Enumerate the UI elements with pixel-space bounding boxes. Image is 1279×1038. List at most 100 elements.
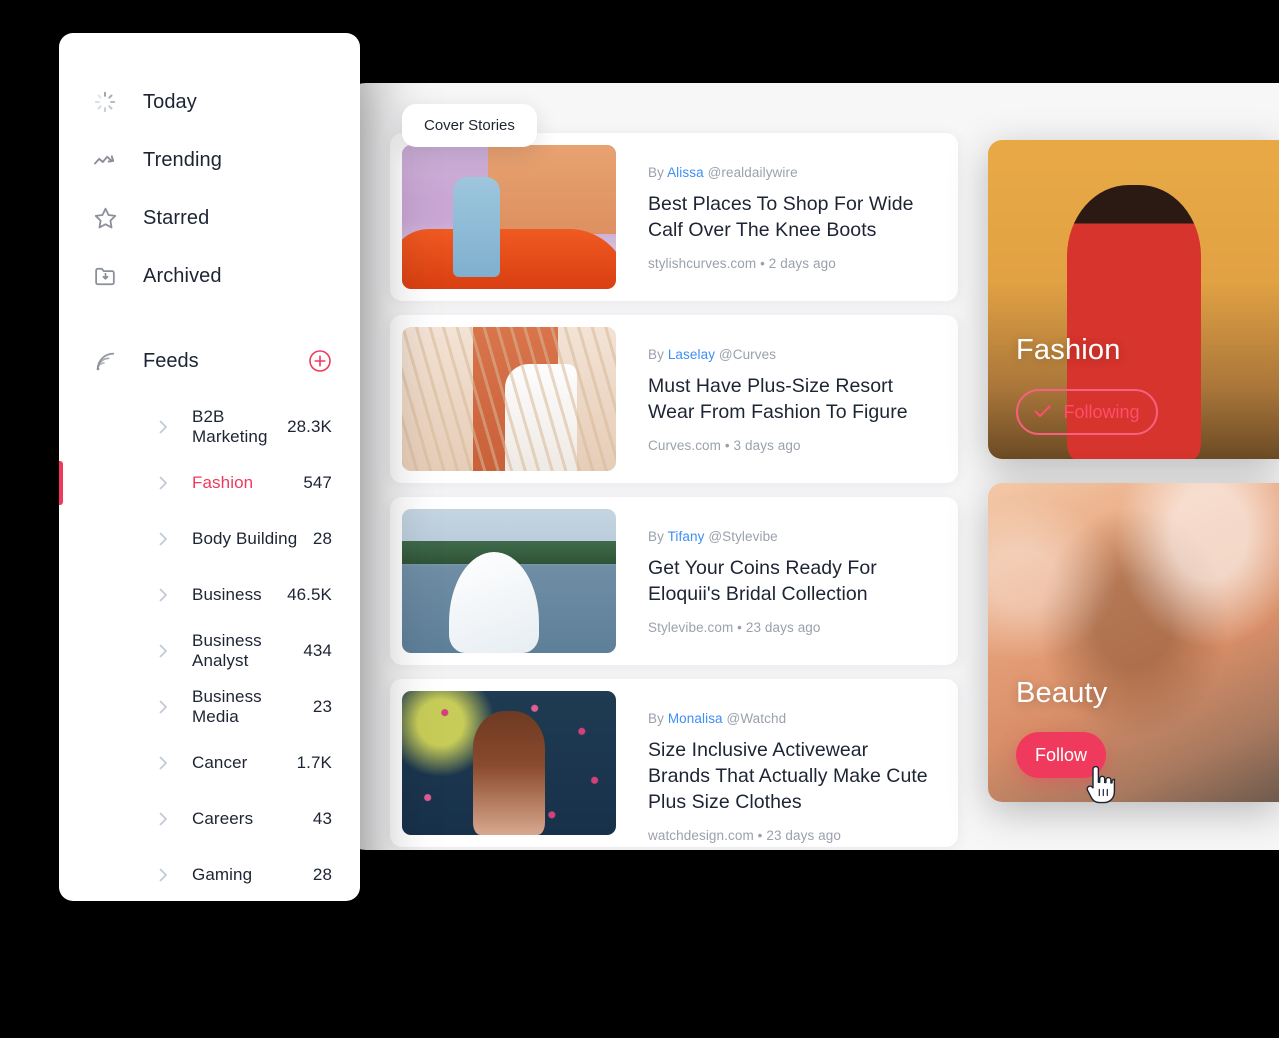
article-card[interactable]: By Monalisa @Watchd Size Inclusive Activ…	[390, 679, 958, 847]
sidebar-nav: Today Trending Starred Archived	[59, 33, 360, 305]
chevron-right-icon	[156, 756, 170, 770]
feed-name: Gaming	[192, 865, 253, 884]
feed-name: Fashion	[192, 473, 254, 492]
feed-row-body-building[interactable]: Body Building 28	[59, 511, 360, 567]
sidebar-item-archived[interactable]: Archived	[59, 247, 360, 305]
article-meta: Curves.com • 3 days ago	[648, 438, 801, 453]
byline-prefix: By	[648, 711, 664, 726]
chevron-right-icon	[156, 588, 170, 602]
article-title[interactable]: Best Places To Shop For Wide Calf Over T…	[648, 191, 932, 243]
article-thumbnail	[402, 691, 616, 835]
article-thumbnail	[402, 509, 616, 653]
feed-row-b2b-marketing[interactable]: B2B Marketing 28.3K	[59, 399, 360, 455]
feed-count: 43	[312, 809, 332, 828]
chevron-right-icon	[156, 700, 170, 714]
feed-count: 434	[303, 641, 332, 660]
feed-name: Business	[192, 585, 262, 604]
category-label: Fashion	[1016, 334, 1121, 366]
follow-button-label: Follow	[1034, 744, 1087, 765]
article-card[interactable]: By Laselay @Curves Must Have Plus-Size R…	[390, 315, 958, 483]
archive-folder-icon	[90, 261, 120, 291]
chevron-right-icon	[156, 644, 170, 658]
feeds-section-label: Feeds	[143, 349, 199, 372]
article-byline: By Alissa @realdailywire	[648, 165, 932, 180]
article-byline: By Tifany @Stylevibe	[648, 529, 932, 544]
byline-prefix: By	[648, 347, 664, 362]
feed-row-cancer[interactable]: Cancer 1.7K	[59, 735, 360, 791]
article-handle: @Stylevibe	[708, 529, 778, 544]
sidebar-item-label: Trending	[143, 148, 222, 171]
category-card-fashion[interactable]: Fashion Following	[988, 140, 1279, 459]
byline-prefix: By	[648, 165, 664, 180]
article-author-link[interactable]: Tifany	[668, 529, 705, 544]
follow-button[interactable]: Follow	[1016, 732, 1106, 778]
article-handle: @Watchd	[726, 711, 787, 726]
chevron-right-icon	[156, 812, 170, 826]
article-meta: stylishcurves.com • 2 days ago	[648, 256, 836, 271]
trending-up-icon	[90, 145, 120, 175]
article-title[interactable]: Must Have Plus-Size Resort Wear From Fas…	[648, 373, 932, 425]
article-body: By Alissa @realdailywire Best Places To …	[616, 145, 946, 289]
sidebar: Today Trending Starred Archived Feeds B2…	[59, 33, 360, 901]
article-body: By Monalisa @Watchd Size Inclusive Activ…	[616, 691, 946, 843]
feed-list: B2B Marketing 28.3K Fashion 547 Body Bui…	[59, 399, 360, 901]
feed-name: Business Media	[192, 687, 262, 726]
chevron-right-icon	[156, 420, 170, 434]
article-byline: By Laselay @Curves	[648, 347, 932, 362]
sidebar-item-starred[interactable]: Starred	[59, 189, 360, 247]
article-byline: By Monalisa @Watchd	[648, 711, 932, 726]
article-handle: @realdailywire	[707, 165, 798, 180]
feed-row-careers[interactable]: Careers 43	[59, 791, 360, 847]
feed-count: 46.5K	[287, 585, 332, 604]
sidebar-item-label: Today	[143, 90, 197, 113]
article-thumbnail	[402, 145, 616, 289]
feed-name: Business Analyst	[192, 631, 262, 670]
feed-count: 28.3K	[287, 417, 332, 436]
feed-name: B2B Marketing	[192, 407, 268, 446]
spinner-icon	[90, 87, 120, 117]
article-body: By Laselay @Curves Must Have Plus-Size R…	[616, 327, 946, 471]
sidebar-item-trending[interactable]: Trending	[59, 131, 360, 189]
category-label: Beauty	[1016, 677, 1108, 709]
article-meta: Stylevibe.com • 23 days ago	[648, 620, 821, 635]
article-list: Cover Stories By Alissa @realdailywire B…	[390, 104, 958, 861]
star-icon	[90, 203, 120, 233]
feed-count: 1.7K	[296, 753, 332, 772]
app-root: Cover Stories By Alissa @realdailywire B…	[0, 0, 1279, 1038]
feed-row-fashion[interactable]: Fashion 547	[59, 455, 360, 511]
feed-count: 23	[312, 697, 332, 716]
check-icon	[1034, 402, 1052, 423]
article-title[interactable]: Get Your Coins Ready For Eloquii's Brida…	[648, 555, 932, 607]
chevron-right-icon	[156, 868, 170, 882]
plus-circle-icon[interactable]	[308, 349, 332, 373]
rss-icon	[90, 349, 120, 374]
article-thumbnail	[402, 327, 616, 471]
feeds-section-header: Feeds	[59, 333, 360, 389]
sidebar-item-today[interactable]: Today	[59, 73, 360, 131]
article-card[interactable]: By Tifany @Stylevibe Get Your Coins Read…	[390, 497, 958, 665]
article-meta: watchdesign.com • 23 days ago	[648, 828, 841, 843]
chevron-right-icon	[156, 476, 170, 490]
category-card-beauty[interactable]: Beauty Follow	[988, 483, 1279, 802]
article-author-link[interactable]: Laselay	[668, 347, 715, 362]
feed-count: 28	[312, 865, 332, 884]
article-author-link[interactable]: Alissa	[667, 165, 704, 180]
following-button[interactable]: Following	[1016, 389, 1158, 435]
feed-row-business-media[interactable]: Business Media 23	[59, 679, 360, 735]
feed-row-business[interactable]: Business 46.5K	[59, 567, 360, 623]
feed-row-business-analyst[interactable]: Business Analyst 434	[59, 623, 360, 679]
sidebar-item-label: Archived	[143, 264, 222, 287]
byline-prefix: By	[648, 529, 664, 544]
feed-name: Careers	[192, 809, 254, 828]
article-title[interactable]: Size Inclusive Activewear Brands That Ac…	[648, 737, 932, 815]
chevron-right-icon	[156, 532, 170, 546]
article-author-link[interactable]: Monalisa	[668, 711, 723, 726]
article-card[interactable]: Cover Stories By Alissa @realdailywire B…	[390, 104, 958, 301]
article-handle: @Curves	[718, 347, 777, 362]
feed-name: Body Building	[192, 529, 298, 548]
cover-stories-tooltip: Cover Stories	[402, 104, 537, 147]
feed-row-gaming[interactable]: Gaming 28	[59, 847, 360, 901]
feed-count: 28	[312, 529, 332, 548]
sidebar-item-label: Starred	[143, 206, 210, 229]
article-body: By Tifany @Stylevibe Get Your Coins Read…	[616, 509, 946, 653]
